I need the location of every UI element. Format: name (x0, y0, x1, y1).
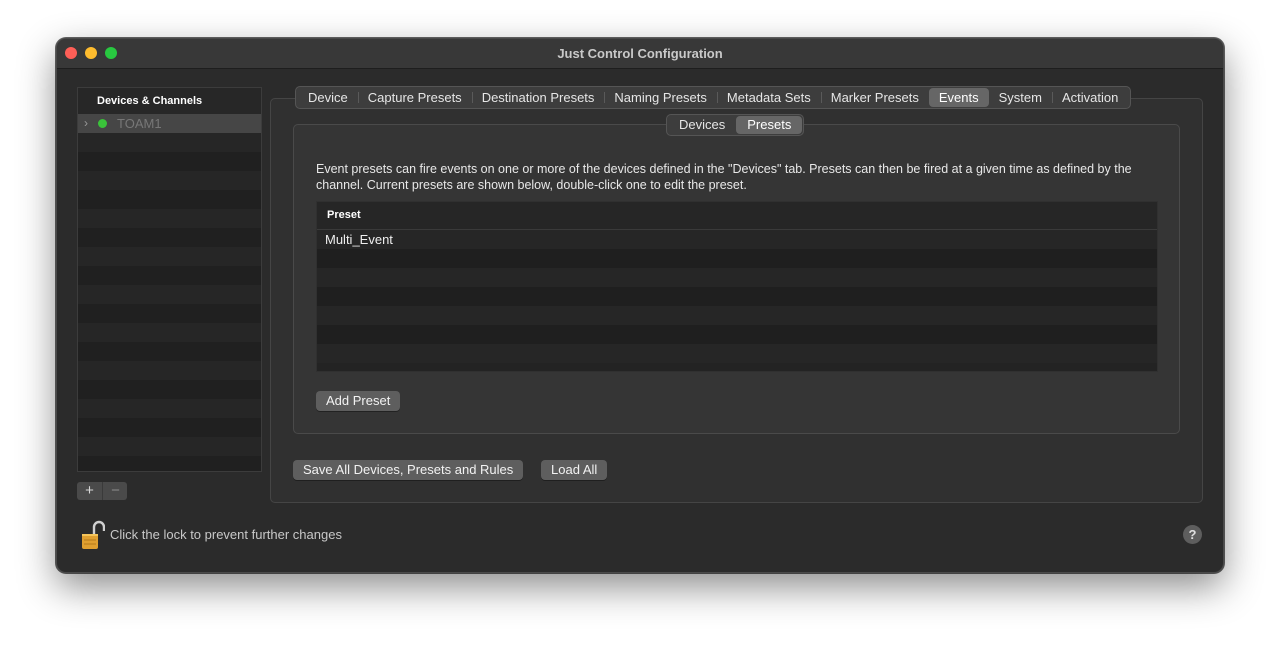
lock-hint-text: Click the lock to prevent further change… (110, 527, 342, 542)
empty-row (317, 344, 1157, 363)
sidebar-header: Devices & Channels (78, 88, 261, 114)
tab-capture-presets[interactable]: Capture Presets (357, 88, 472, 107)
tab-activation[interactable]: Activation (1051, 88, 1128, 107)
sidebar-item-toam1[interactable]: › TOAM1 (78, 114, 261, 133)
sidebar-add-remove-control: + − (77, 482, 127, 500)
tab-device[interactable]: Device (298, 88, 358, 107)
empty-row (78, 437, 261, 456)
tab-naming-presets[interactable]: Naming Presets (604, 88, 716, 107)
remove-device-button[interactable]: − (102, 482, 128, 500)
empty-row (78, 456, 261, 471)
empty-row (78, 304, 261, 323)
chevron-right-icon[interactable]: › (84, 116, 88, 130)
help-button[interactable]: ? (1183, 525, 1202, 544)
add-device-button[interactable]: + (77, 482, 102, 500)
app-window: Just Control Configuration Devices & Cha… (56, 38, 1224, 573)
empty-row (78, 266, 261, 285)
empty-row (78, 228, 261, 247)
segment-presets[interactable]: Presets (736, 116, 803, 134)
segment-devices[interactable]: Devices (668, 116, 736, 134)
events-segmented-control: Devices Presets (666, 114, 805, 136)
add-preset-button[interactable]: Add Preset (316, 391, 401, 411)
title-bar: Just Control Configuration (57, 39, 1223, 69)
table-row[interactable]: Multi_Event (317, 230, 1157, 249)
empty-row (317, 306, 1157, 325)
empty-row (317, 287, 1157, 306)
empty-row (78, 380, 261, 399)
unlocked-padlock-icon[interactable] (81, 520, 105, 552)
tab-destination-presets[interactable]: Destination Presets (471, 88, 605, 107)
empty-row (78, 399, 261, 418)
sidebar-item-label: TOAM1 (117, 116, 162, 131)
tab-events[interactable]: Events (928, 88, 989, 107)
empty-row (78, 171, 261, 190)
save-all-button[interactable]: Save All Devices, Presets and Rules (293, 460, 524, 480)
tab-metadata-sets[interactable]: Metadata Sets (716, 88, 821, 107)
empty-row (78, 133, 261, 152)
empty-row (78, 190, 261, 209)
window-title: Just Control Configuration (557, 46, 723, 61)
events-description: Event presets can fire events on one or … (316, 162, 1132, 192)
empty-row (78, 152, 261, 171)
empty-row (78, 209, 261, 228)
presets-table[interactable]: Preset Multi_Event (316, 201, 1158, 372)
empty-row (78, 323, 261, 342)
column-header-preset[interactable]: Preset (317, 202, 1157, 230)
empty-row (78, 361, 261, 380)
empty-row (78, 247, 261, 266)
tab-bar: Device Capture Presets Destination Prese… (295, 86, 1132, 109)
empty-row (78, 285, 261, 304)
tab-marker-presets[interactable]: Marker Presets (820, 88, 929, 107)
empty-row (317, 325, 1157, 344)
empty-row (317, 268, 1157, 287)
empty-row (78, 342, 261, 361)
devices-channels-list[interactable]: Devices & Channels › TOAM1 (77, 87, 262, 472)
empty-row (317, 249, 1157, 268)
tab-system[interactable]: System (989, 88, 1052, 107)
empty-row (78, 418, 261, 437)
load-all-button[interactable]: Load All (541, 460, 608, 480)
status-dot-icon (98, 119, 107, 128)
